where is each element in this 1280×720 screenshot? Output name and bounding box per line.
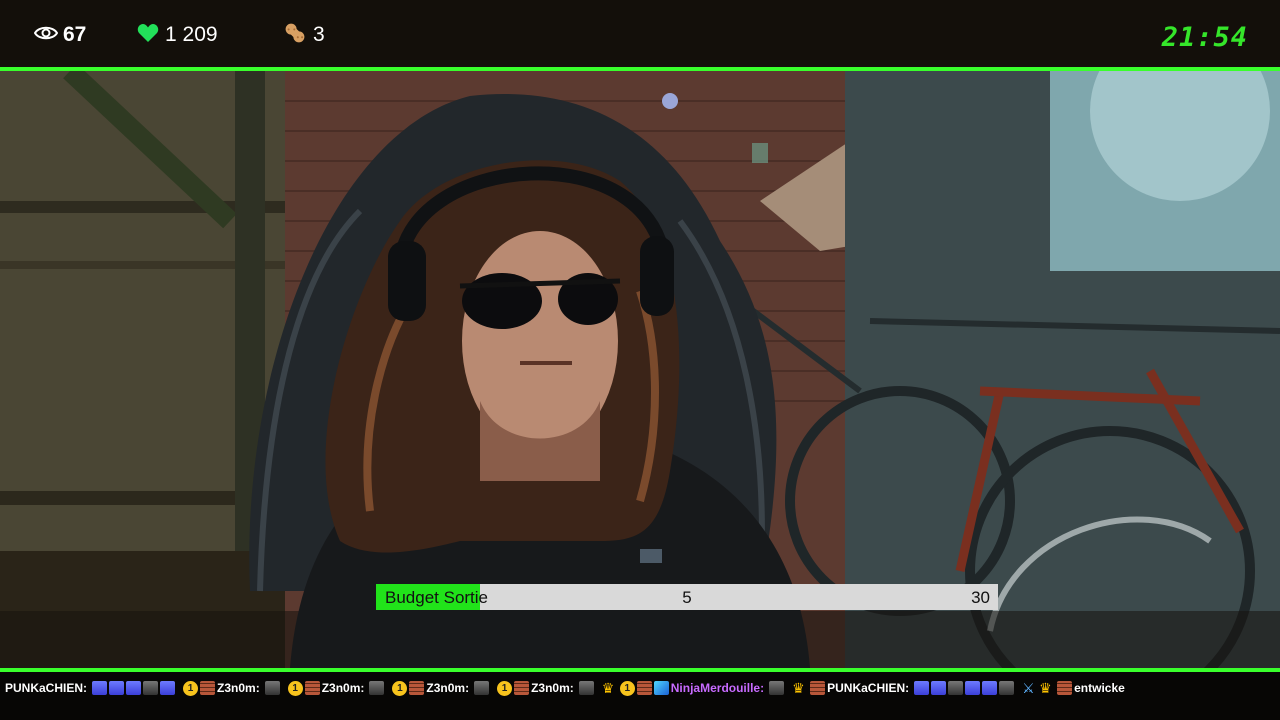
emote-icon bbox=[143, 681, 159, 695]
emote-icon bbox=[474, 681, 490, 695]
chat-ticker-row: PUNKaCHIEN: 1 Z3n0m: 1 Z3n0m: 1 Z3n0m: 1… bbox=[5, 678, 1130, 698]
follower-count-value: 1 209 bbox=[165, 23, 218, 46]
clock: 21:54 bbox=[1161, 22, 1248, 53]
peanut-icon bbox=[283, 21, 307, 50]
coin-badge-icon: 1 bbox=[183, 680, 199, 696]
chat-username: Z3n0m: bbox=[321, 681, 365, 695]
viewer-count: 67 bbox=[33, 21, 87, 49]
emote-icon bbox=[369, 681, 385, 695]
crown-badge-icon: ♛ bbox=[601, 680, 615, 696]
emote-icon bbox=[126, 681, 142, 695]
brick-badge-icon bbox=[810, 681, 826, 695]
crown-badge-icon: ♛ bbox=[1039, 680, 1052, 696]
webcam-image bbox=[0, 71, 1280, 668]
chat-username: entwicke bbox=[1074, 681, 1125, 695]
webcam-scene: Budget Sortie 5 30 bbox=[0, 71, 1280, 668]
emote-icon bbox=[769, 681, 785, 695]
eye-icon bbox=[33, 25, 59, 46]
emote-icon bbox=[914, 681, 930, 695]
brick-badge-icon bbox=[514, 681, 530, 695]
emote-icon bbox=[160, 681, 176, 695]
sword-badge-icon: ⚔ bbox=[1022, 680, 1035, 696]
chat-username: NinjaMerdouille: bbox=[670, 681, 765, 695]
follower-count: 1 209 bbox=[137, 21, 218, 49]
brick-badge-icon bbox=[409, 681, 425, 695]
budget-current-value: 5 bbox=[682, 588, 692, 607]
heart-icon bbox=[137, 23, 159, 48]
chat-username: PUNKaCHIEN: bbox=[827, 681, 910, 695]
brick-badge-icon bbox=[200, 681, 216, 695]
emote-icon bbox=[264, 681, 280, 695]
cube-badge-icon bbox=[653, 681, 669, 695]
emote-icon bbox=[948, 681, 964, 695]
chat-ticker: PUNKaCHIEN: 1 Z3n0m: 1 Z3n0m: 1 Z3n0m: 1… bbox=[0, 672, 1280, 720]
coin-badge-icon: 1 bbox=[497, 680, 513, 696]
chat-username: Z3n0m: bbox=[426, 681, 470, 695]
budget-max-value: 30 bbox=[971, 588, 990, 607]
brick-badge-icon bbox=[636, 681, 652, 695]
emote-icon bbox=[109, 681, 125, 695]
emote-icon bbox=[999, 681, 1015, 695]
emote-icon bbox=[982, 681, 998, 695]
coin-badge-icon: 1 bbox=[392, 680, 408, 696]
chat-username: Z3n0m: bbox=[217, 681, 260, 695]
emote-icon bbox=[92, 681, 108, 695]
brick-badge-icon bbox=[1057, 681, 1073, 695]
sub-count-value: 3 bbox=[313, 23, 325, 46]
emote-icon bbox=[965, 681, 981, 695]
stats-bar: 67 1 209 3 21:54 bbox=[0, 0, 1280, 67]
viewer-count-value: 67 bbox=[63, 23, 87, 46]
emote-icon bbox=[578, 681, 594, 695]
coin-badge-icon: 1 bbox=[619, 680, 635, 696]
brick-badge-icon bbox=[304, 681, 320, 695]
budget-progress-bar: Budget Sortie 5 30 bbox=[376, 584, 998, 610]
emote-icon bbox=[931, 681, 947, 695]
chat-username: Z3n0m: bbox=[531, 681, 574, 695]
chat-username: PUNKaCHIEN: bbox=[5, 681, 88, 695]
coin-badge-icon: 1 bbox=[287, 680, 303, 696]
crown-badge-icon: ♛ bbox=[792, 680, 805, 696]
sub-count: 3 bbox=[283, 21, 325, 49]
